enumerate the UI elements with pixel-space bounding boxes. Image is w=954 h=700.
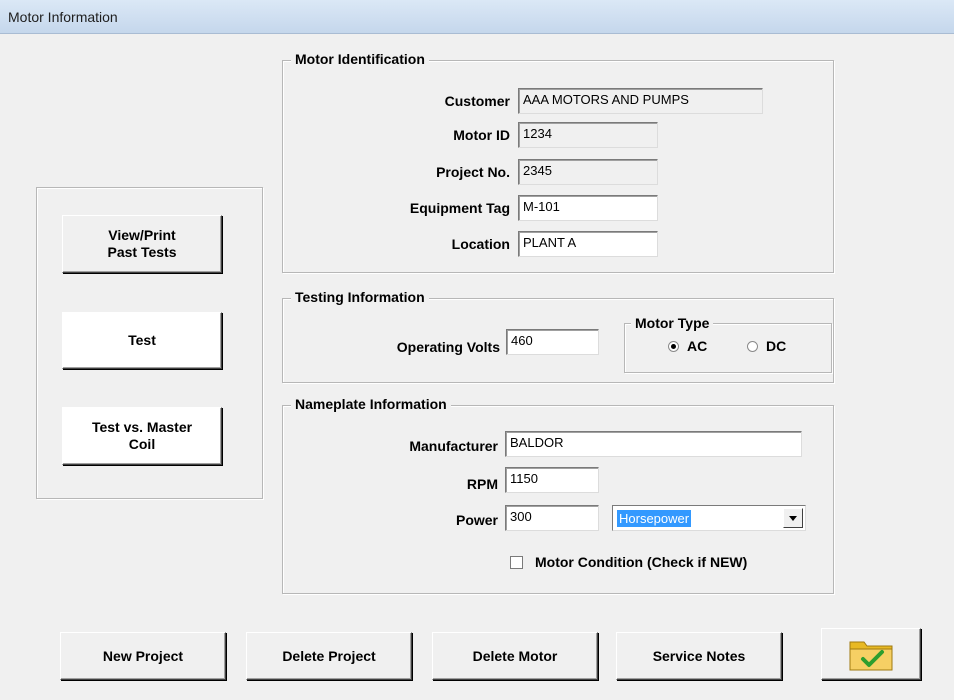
equipment-tag-label: Equipment Tag	[409, 200, 510, 216]
save-ok-button[interactable]	[821, 628, 921, 680]
project-no-field[interactable]: 2345	[518, 159, 658, 185]
service-notes-button[interactable]: Service Notes	[616, 632, 782, 680]
dropdown-arrow-icon[interactable]	[783, 508, 803, 528]
motor-id-label: Motor ID	[453, 127, 510, 143]
operating-volts-field[interactable]: 460	[506, 329, 599, 355]
nameplate-information-legend: Nameplate Information	[291, 396, 451, 412]
location-field[interactable]: PLANT A	[518, 231, 658, 257]
motor-condition-checkbox[interactable]	[510, 556, 523, 569]
radio-selected-icon	[668, 340, 679, 352]
view-print-past-tests-button[interactable]: View/Print Past Tests	[62, 215, 222, 273]
motor-type-group: Motor Type	[624, 315, 832, 373]
window-title: Motor Information	[8, 9, 118, 25]
location-label: Location	[451, 236, 510, 252]
testing-information-legend: Testing Information	[291, 289, 429, 305]
operating-volts-label: Operating Volts	[396, 339, 500, 355]
motor-type-ac-radio[interactable]: AC	[668, 338, 707, 354]
test-button[interactable]: Test	[62, 312, 222, 369]
title-bar: Motor Information	[0, 0, 954, 34]
delete-project-button[interactable]: Delete Project	[246, 632, 412, 680]
rpm-field[interactable]: 1150	[505, 467, 599, 493]
motor-condition-label: Motor Condition (Check if NEW)	[535, 554, 748, 570]
motor-identification-legend: Motor Identification	[291, 51, 429, 67]
rpm-label: RPM	[466, 476, 498, 492]
delete-motor-button[interactable]: Delete Motor	[432, 632, 598, 680]
radio-unselected-icon	[747, 340, 758, 352]
power-field[interactable]: 300	[505, 505, 599, 531]
manufacturer-field[interactable]: BALDOR	[505, 431, 802, 457]
project-no-label: Project No.	[436, 164, 510, 180]
new-project-button[interactable]: New Project	[60, 632, 226, 680]
manufacturer-label: Manufacturer	[409, 438, 498, 454]
power-unit-select[interactable]: Horsepower	[612, 505, 806, 531]
motor-type-dc-label: DC	[766, 338, 787, 354]
power-unit-value: Horsepower	[617, 510, 692, 527]
test-vs-master-coil-button[interactable]: Test vs. Master Coil	[62, 407, 222, 465]
motor-type-legend: Motor Type	[631, 315, 714, 331]
motor-type-ac-label: AC	[687, 338, 708, 354]
customer-field[interactable]: AAA MOTORS AND PUMPS	[518, 88, 763, 114]
motor-type-dc-radio[interactable]: DC	[747, 338, 786, 354]
folder-check-icon	[849, 641, 893, 671]
equipment-tag-field[interactable]: M-101	[518, 195, 658, 221]
customer-label: Customer	[444, 93, 510, 109]
power-label: Power	[455, 512, 498, 528]
motor-id-field[interactable]: 1234	[518, 122, 658, 148]
